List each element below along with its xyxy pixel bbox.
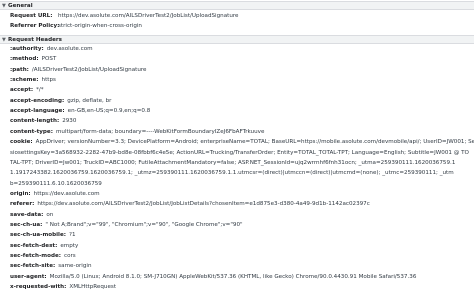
request-header-row: save-data: on: [10, 212, 474, 222]
header-value: https://dev.asolute.com/AILSDriverTest2/…: [37, 201, 370, 208]
request-header-row: accept-encoding: gzip, deflate, br: [10, 98, 474, 108]
header-key: accept-encoding:: [10, 97, 65, 104]
header-value: XMLHttpRequest: [69, 284, 117, 291]
request-header-row: content-type: multipart/form-data; bounda…: [10, 129, 474, 139]
header-value: gzip, deflate, br: [67, 97, 112, 104]
request-header-row: user-agent: Mozilla/5.0 (Linux; Android 8…: [10, 274, 474, 284]
header-key: sec-fetch-mode:: [10, 253, 61, 259]
request-header-row: sec-ch-ua-mobile: ?1: [10, 232, 474, 242]
request-header-row: origin: https://dev.asolute.com: [10, 191, 474, 201]
request-header-row: 1.1917243382.1620036759.1620036759.1; _u…: [10, 170, 474, 180]
header-value: AppDriver; versionNumber=3.3; DevicePlat…: [35, 139, 474, 146]
header-value: empty: [60, 242, 79, 249]
header-key: :authority:: [10, 46, 44, 52]
header-key: x-requested-with:: [10, 284, 67, 291]
header-key: user-agent:: [10, 273, 47, 280]
request-header-row: b=259390111.6.10.1620036759: [10, 181, 474, 191]
request-header-row: content-length: 2930: [10, 118, 474, 128]
header-key: sec-fetch-dest:: [10, 242, 58, 249]
header-value: /AILSDriverTest2/JobList/UploadSignature: [31, 66, 147, 73]
header-key: sec-fetch-site:: [10, 263, 56, 270]
general-row-request-url: Request URL: https://dev.asolute.com/AIL…: [0, 13, 474, 23]
header-value: same-origin: [58, 263, 92, 270]
general-value: https://dev.asolute.com/AILSDriverTest2/…: [58, 13, 239, 19]
header-value: 1.1917243382.1620036759.1620036759.1; _u…: [10, 170, 454, 177]
header-value: TAL-TPT; DriverID=Jw001; TruckID=ABC1000…: [10, 159, 456, 166]
header-value: */*: [36, 87, 44, 94]
header-key: origin:: [10, 190, 31, 197]
header-key: sec-ch-ua-mobile:: [10, 232, 67, 239]
request-header-row: :method: POST: [10, 56, 474, 66]
request-header-row: siosettingsKey=3a568932-2282-47b9-bd8e-0…: [10, 150, 474, 160]
header-key: accept-language:: [10, 108, 65, 115]
header-key: content-type:: [10, 128, 53, 135]
request-header-row: TAL-TPT; DriverID=Jw001; TruckID=ABC1000…: [10, 160, 474, 170]
header-value: Mozilla/5.0 (Linux; Android 8.1.0; SM-J7…: [49, 273, 417, 280]
header-key: :scheme:: [10, 77, 39, 84]
request-header-row: sec-fetch-dest: empty: [10, 243, 474, 253]
request-headers-section-header[interactable]: ▼ Request Headers: [0, 35, 474, 44]
header-key: accept:: [10, 87, 34, 94]
header-key: cookie:: [10, 139, 33, 146]
header-value: 2930: [62, 118, 77, 125]
header-key: referer:: [10, 201, 35, 208]
request-header-row: sec-fetch-site: same-origin: [10, 263, 474, 273]
header-value: siosettingsKey=3a568932-2282-47b9-bd8e-0…: [10, 149, 469, 156]
header-value: cors: [64, 253, 76, 259]
header-value: https://dev.asolute.com: [33, 190, 100, 197]
general-value: strict-origin-when-cross-origin: [58, 23, 142, 29]
general-row-referrer-policy: Referrer Policy: strict-origin-when-cros…: [0, 23, 474, 33]
general-key: Referrer Policy:: [10, 23, 60, 29]
header-value: on: [46, 211, 54, 218]
header-key: save-data:: [10, 211, 44, 218]
header-value: multipart/form-data; boundary=----WebKit…: [55, 128, 265, 135]
header-key: sec-ch-ua:: [10, 221, 43, 228]
header-key: :method:: [10, 56, 39, 63]
header-value: dev.asolute.com: [46, 46, 93, 52]
header-value: ?1: [69, 232, 76, 239]
header-value: https: [41, 77, 56, 84]
general-section-title: General: [8, 2, 33, 9]
request-header-row: :path:/AILSDriverTest2/JobList/UploadSig…: [10, 67, 474, 77]
header-value: POST: [41, 56, 57, 63]
request-header-row: :authority: dev.asolute.com: [10, 46, 474, 56]
request-header-row: cookie: AppDriver; versionNumber=3.3; Dev…: [10, 139, 474, 149]
request-header-row: referer: https://dev.asolute.com/AILSDriv…: [10, 201, 474, 211]
request-headers-section-title: Request Headers: [8, 36, 62, 43]
header-key: content-length:: [10, 118, 60, 125]
header-value: " Not A;Brand";v="99", "Chromium";v="90"…: [45, 221, 243, 228]
general-section-header[interactable]: ▼ General: [0, 1, 474, 10]
request-header-row: accept: */*: [10, 87, 474, 97]
header-value: b=259390111.6.10.1620036759: [10, 180, 102, 187]
request-header-row: sec-fetch-mode: cors: [10, 253, 474, 263]
request-header-row: accept-language: en-GB,en-US;q=0.9,en;q=0…: [10, 108, 474, 118]
header-value: en-GB,en-US;q=0.9,en;q=0.8: [67, 108, 151, 115]
header-key: :path:: [10, 66, 29, 73]
request-header-row: sec-ch-ua: " Not A;Brand";v="99", "Chromi…: [10, 222, 474, 232]
request-header-row: :scheme: https: [10, 77, 474, 87]
general-key: Request URL:: [10, 13, 53, 19]
